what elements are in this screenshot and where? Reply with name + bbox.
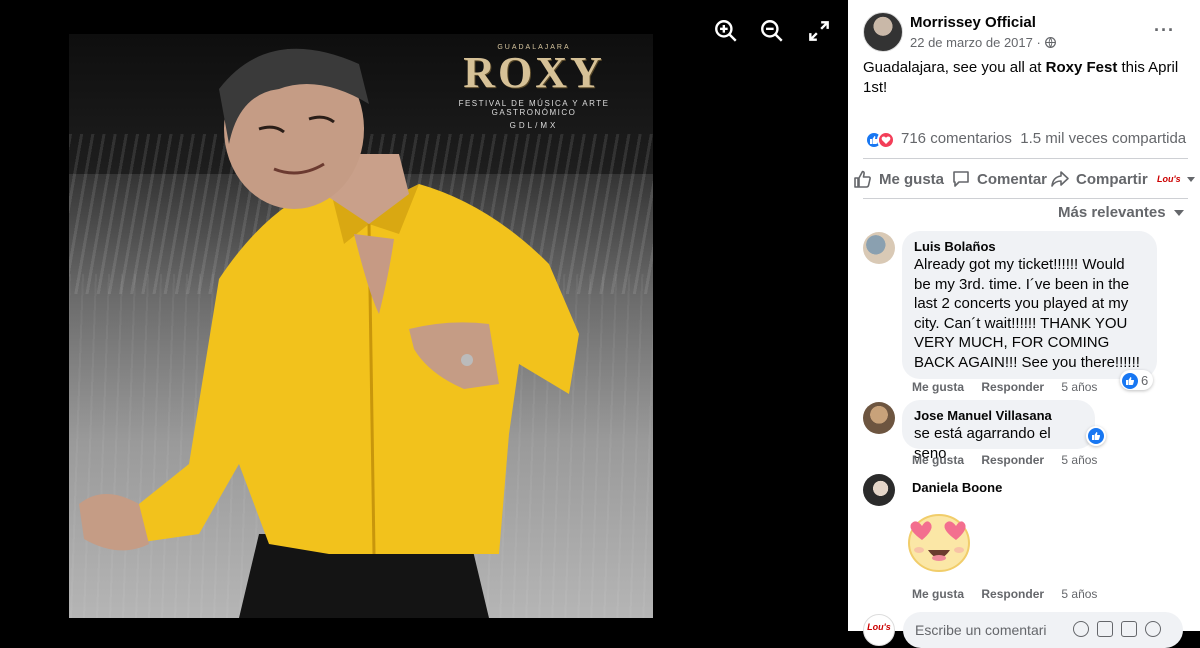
reaction-count: 6	[1141, 373, 1149, 388]
love-reaction-icon	[877, 131, 895, 149]
post-text: Guadalajara, see you all at Roxy Fest th…	[863, 58, 1188, 98]
like-reaction-icon	[1088, 428, 1104, 444]
comment-reactions[interactable]: 6	[1120, 370, 1154, 390]
comment-actions: Me gusta Responder 5 años	[912, 380, 1111, 394]
comment-like-button[interactable]: Me gusta	[912, 587, 964, 601]
poster-location: GDL/MX	[509, 121, 559, 130]
share-label: Compartir	[1076, 170, 1148, 188]
page-badge: Lou's	[1157, 174, 1181, 184]
zoom-out-icon[interactable]	[759, 18, 785, 44]
heart-eyes-emoji-icon	[908, 514, 970, 572]
comment-reply-button[interactable]: Responder	[981, 380, 1044, 394]
share-button[interactable]: Compartir	[1050, 164, 1148, 194]
post-actions: Me gusta Comentar Compartir Lou's	[853, 164, 1195, 196]
composer-tools	[1073, 621, 1161, 637]
camera-icon[interactable]	[1097, 621, 1113, 637]
comment-reply-button[interactable]: Responder	[981, 587, 1044, 601]
like-reaction-icon	[1122, 372, 1138, 389]
chevron-down-icon	[1186, 176, 1195, 182]
comment-time[interactable]: 5 años	[1061, 453, 1097, 467]
comment-author[interactable]: Jose Manuel Villasana	[914, 408, 1083, 424]
post-panel: Morrissey Official 22 de marzo de 2017 ·…	[848, 0, 1200, 648]
like-label: Me gusta	[879, 170, 945, 188]
more-options-icon[interactable]: ···	[1154, 20, 1175, 41]
current-user-avatar[interactable]: Lou's	[863, 614, 895, 646]
post-text-link[interactable]: Roxy Fest	[1046, 59, 1118, 76]
share-icon	[1051, 171, 1069, 187]
gif-icon[interactable]	[1121, 621, 1137, 637]
divider	[863, 158, 1188, 159]
post-text-start: Guadalajara, see you all at	[863, 59, 1046, 76]
reaction-icons[interactable]	[863, 129, 899, 149]
comment-actions: Me gusta Responder 5 años	[912, 453, 1111, 467]
emoji-icon[interactable]	[1073, 621, 1089, 637]
comment-bubble: Jose Manuel Villasana se está agarrando …	[902, 400, 1095, 462]
sticker-icon[interactable]	[1145, 621, 1161, 637]
comment-author[interactable]: Daniela Boone	[912, 480, 1002, 496]
comment-bubble: Luis Bolaños Already got my ticket!!!!!!…	[902, 231, 1157, 379]
avatar[interactable]	[863, 402, 895, 434]
comment-sort-dropdown[interactable]: Más relevantes	[1058, 204, 1184, 221]
like-button[interactable]: Me gusta	[853, 164, 944, 194]
comment-time[interactable]: 5 años	[1061, 587, 1097, 601]
globe-icon	[1045, 37, 1056, 48]
comment-like-button[interactable]: Me gusta	[912, 380, 964, 394]
comment-label: Comentar	[977, 170, 1048, 188]
comment-author[interactable]: Luis Bolaños	[914, 239, 1145, 255]
author-avatar[interactable]	[863, 12, 903, 52]
thumbs-up-icon	[854, 170, 871, 188]
comments-count[interactable]: 716 comentarios	[901, 130, 1012, 147]
poster-logo: GUADALAJARA ROXY FESTIVAL DE MÚSICA Y AR…	[419, 44, 649, 130]
engagement-counts: 716 comentarios 1.5 mil veces compartida	[901, 130, 1186, 147]
reactions-summary: 716 comentarios 1.5 mil veces compartida	[863, 128, 1188, 150]
divider	[863, 198, 1188, 199]
sort-label: Más relevantes	[1058, 204, 1166, 221]
poster-festival: FESTIVAL DE MÚSICA Y ARTE GASTRONÓMICO	[458, 99, 610, 117]
comment-icon	[953, 171, 969, 187]
zoom-in-icon[interactable]	[713, 18, 739, 44]
post-date[interactable]: 22 de marzo de 2017 ·	[910, 35, 1041, 50]
post-photo[interactable]: GUADALAJARA ROXY FESTIVAL DE MÚSICA Y AR…	[69, 34, 653, 618]
poster-title: ROXY	[463, 48, 605, 97]
comment-reactions[interactable]	[1086, 426, 1106, 446]
comment-button[interactable]: Comentar	[951, 164, 1047, 194]
comment-time[interactable]: 5 años	[1061, 380, 1097, 394]
comment-actions: Me gusta Responder 5 años	[912, 587, 1111, 601]
shares-count[interactable]: 1.5 mil veces compartida	[1020, 130, 1186, 147]
caret-down-icon	[1173, 210, 1184, 217]
page-switcher[interactable]: Lou's	[1157, 164, 1195, 194]
avatar[interactable]	[863, 232, 895, 264]
avatar[interactable]	[863, 474, 895, 506]
fullscreen-icon[interactable]	[806, 18, 832, 44]
comment-like-button[interactable]: Me gusta	[912, 453, 964, 467]
comment-reply-button[interactable]: Responder	[981, 453, 1044, 467]
post-author[interactable]: Morrissey Official	[910, 14, 1036, 31]
comment-text: Already got my ticket!!!!!! Would be my …	[914, 256, 1140, 371]
photo-viewer: GUADALAJARA ROXY FESTIVAL DE MÚSICA Y AR…	[0, 0, 848, 631]
